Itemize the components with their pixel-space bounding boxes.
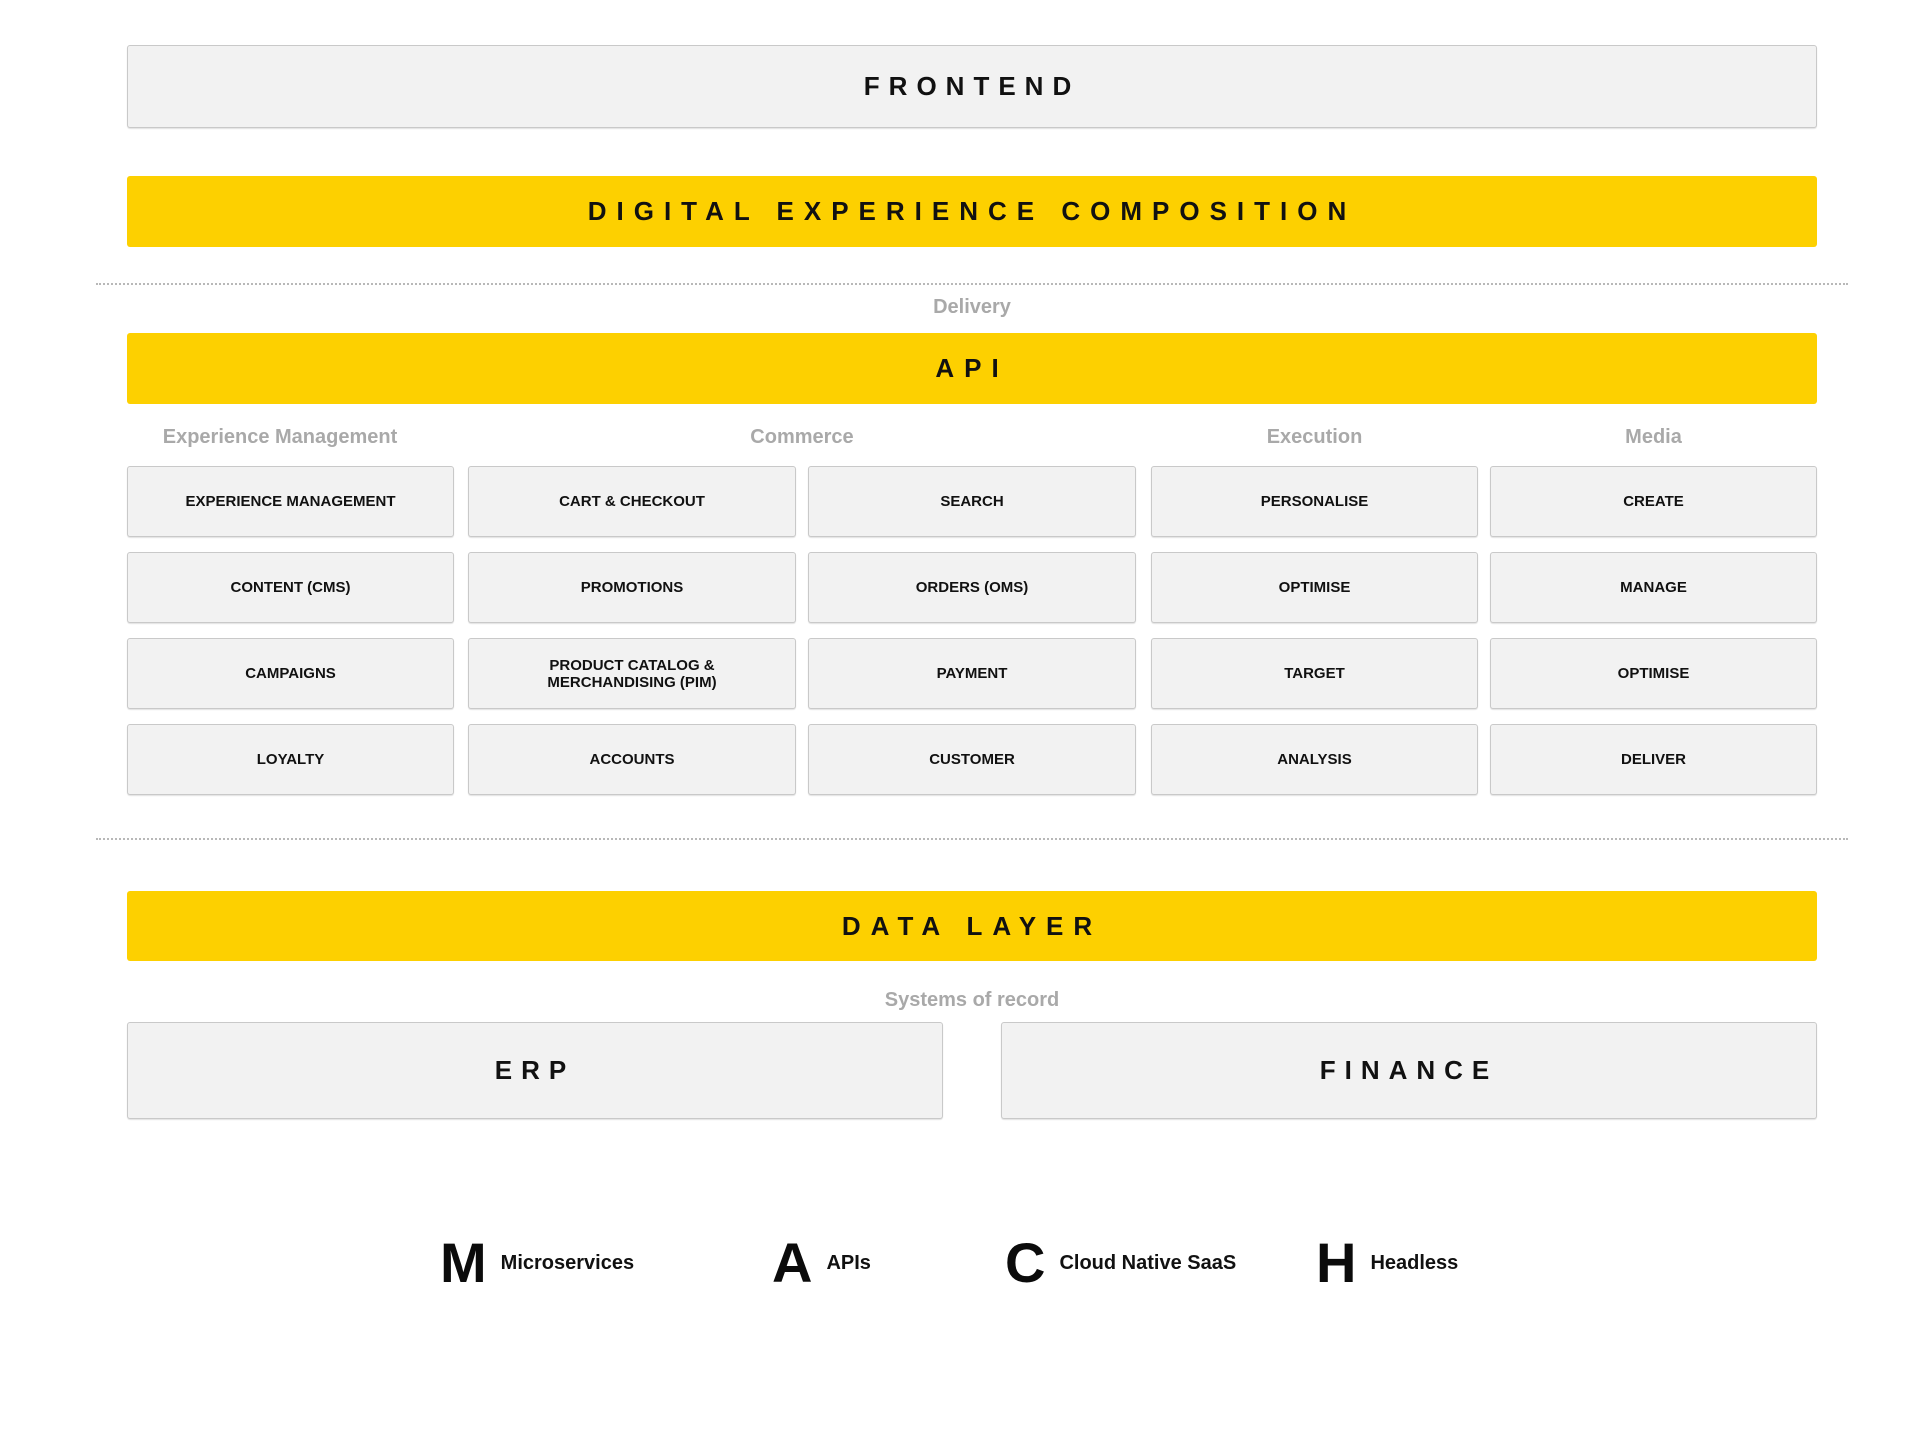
capability-cell: EXPERIENCE MANAGEMENT — [127, 466, 454, 537]
capability-cell: MANAGE — [1490, 552, 1817, 623]
capability-cell: TARGET — [1151, 638, 1478, 709]
capability-cell: CART & CHECKOUT — [468, 466, 796, 537]
legend-cloud-native-saas: C Cloud Native SaaS — [1005, 1235, 1236, 1291]
capability-label: MANAGE — [1620, 579, 1687, 596]
capability-label: CREATE — [1623, 493, 1684, 510]
data-divider — [96, 838, 1848, 840]
capability-cell: OPTIMISE — [1151, 552, 1478, 623]
capability-label: DELIVER — [1620, 751, 1686, 768]
composition-layer: DIGITAL EXPERIENCE COMPOSITION — [127, 176, 1817, 247]
capability-cell: CUSTOMER — [808, 724, 1136, 795]
capability-label: OPTIMISE — [1278, 579, 1351, 596]
capability-cell: CAMPAIGNS — [127, 638, 454, 709]
category-experience-management: Experience Management — [162, 426, 398, 448]
data-layer: DATA LAYER — [127, 891, 1817, 961]
capability-label: PERSONALISE — [1260, 493, 1369, 510]
capability-cell: LOYALTY — [127, 724, 454, 795]
h-glyph-icon: H — [1316, 1231, 1357, 1294]
capability-cell: SEARCH — [808, 466, 1136, 537]
capability-cell: CONTENT (CMS) — [127, 552, 454, 623]
legend-label: Cloud Native SaaS — [1059, 1251, 1237, 1274]
category-media: Media — [1625, 426, 1682, 448]
system-finance: FINANCE — [1001, 1022, 1817, 1119]
capability-cell: PRODUCT CATALOG & MERCHANDISING (PIM) — [468, 638, 796, 709]
data-layer-label: DATA LAYER — [841, 910, 1103, 941]
capability-cell: ORDERS (OMS) — [808, 552, 1136, 623]
composition-label: DIGITAL EXPERIENCE COMPOSITION — [587, 196, 1357, 226]
capability-label: PROMOTIONS — [580, 579, 684, 596]
capability-cell: PROMOTIONS — [468, 552, 796, 623]
legend-headless: H Headless — [1316, 1235, 1458, 1291]
capability-label: CART & CHECKOUT — [559, 493, 705, 510]
capability-cell: DELIVER — [1490, 724, 1817, 795]
capability-label: ANALYSIS — [1277, 751, 1352, 768]
legend-label: Microservices — [500, 1251, 635, 1274]
frontend-layer: FRONTEND — [127, 45, 1817, 128]
delivery-divider — [96, 283, 1848, 285]
legend-label: APIs — [826, 1251, 871, 1274]
capability-label: CUSTOMER — [929, 751, 1015, 768]
capability-label: ACCOUNTS — [589, 751, 675, 768]
legend-label: Headless — [1370, 1251, 1459, 1274]
capability-cell: ACCOUNTS — [468, 724, 796, 795]
systems-caption: Systems of record — [884, 989, 1060, 1011]
capability-label: TARGET — [1284, 665, 1345, 682]
capability-label: CAMPAIGNS — [245, 665, 336, 682]
capability-cell: PERSONALISE — [1151, 466, 1478, 537]
c-glyph-icon: C — [1005, 1231, 1046, 1294]
delivery-caption: Delivery — [933, 296, 1011, 318]
system-erp-label: ERP — [494, 1055, 576, 1085]
capability-label: LOYALTY — [256, 751, 325, 768]
capability-cell: PAYMENT — [808, 638, 1136, 709]
capability-cell: CREATE — [1490, 466, 1817, 537]
m-glyph-icon: M — [440, 1231, 487, 1294]
legend-apis: A APIs — [772, 1235, 871, 1291]
category-execution: Execution — [1266, 426, 1363, 448]
capability-label: OPTIMISE — [1617, 665, 1690, 682]
capability-label: CONTENT (CMS) — [230, 579, 351, 596]
api-label: API — [935, 353, 1009, 383]
capability-label: EXPERIENCE MANAGEMENT — [185, 493, 396, 510]
api-layer: API — [127, 333, 1817, 404]
legend-microservices: M Microservices — [440, 1235, 634, 1291]
frontend-label: FRONTEND — [863, 71, 1081, 101]
capability-label: SEARCH — [940, 493, 1004, 510]
system-erp: ERP — [127, 1022, 943, 1119]
category-commerce: Commerce — [750, 426, 854, 448]
capability-cell: ANALYSIS — [1151, 724, 1478, 795]
a-glyph-icon: A — [772, 1231, 813, 1294]
capability-label: ORDERS (OMS) — [915, 579, 1029, 596]
system-finance-label: FINANCE — [1319, 1055, 1499, 1085]
capability-label: PAYMENT — [936, 665, 1008, 682]
capability-label: PRODUCT CATALOG & MERCHANDISING (PIM) — [547, 656, 717, 691]
capability-cell: OPTIMISE — [1490, 638, 1817, 709]
